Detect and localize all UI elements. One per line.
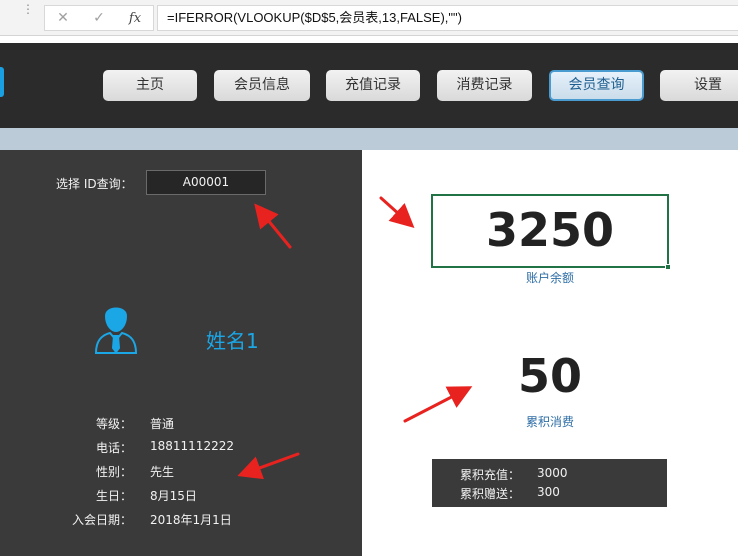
consumption-label: 累积消费 <box>525 415 574 429</box>
close-icon[interactable]: ✕ <box>51 10 75 26</box>
member-detail-panel: 选择 ID查询： A00001 姓名1 等级： 普通 电话： 188111122… <box>0 150 362 556</box>
arrow-to-balance <box>379 196 415 229</box>
member-name: 姓名1 <box>206 329 259 353</box>
user-avatar-icon <box>94 307 138 354</box>
formula-bar-grip-icon[interactable]: ⋮ <box>22 3 34 15</box>
insert-function-button[interactable]: fx <box>123 11 147 26</box>
id-query-label: 选择 ID查询： <box>56 177 133 191</box>
summary-box: 累积充值： 3000 累积赠送： 300 <box>432 459 667 507</box>
info-value: 18811112222 <box>150 439 234 453</box>
check-icon[interactable]: ✓ <box>87 10 111 26</box>
balance-label: 账户余额 <box>525 271 574 285</box>
nav-home-button[interactable]: 主页 <box>103 70 197 101</box>
summary-value: 3000 <box>537 466 568 480</box>
summary-key: 累积赠送： <box>460 487 521 501</box>
summary-row-recharge: 累积充值： 3000 <box>432 466 667 484</box>
nav-accent-marker <box>0 67 4 97</box>
nav-consumption-records-button[interactable]: 消费记录 <box>437 70 532 101</box>
info-row-join-date: 入会日期： 2018年1月1日 <box>0 511 362 531</box>
info-row-gender: 性别： 先生 <box>0 463 362 483</box>
info-row-birthday: 生日： 8月15日 <box>0 487 362 507</box>
nav-member-info-button[interactable]: 会员信息 <box>214 70 310 101</box>
nav-settings-button[interactable]: 设置 <box>660 70 738 101</box>
info-key: 入会日期： <box>71 513 132 527</box>
consumption-value[interactable]: 50 <box>431 349 669 403</box>
summary-key: 累积充值： <box>460 468 521 482</box>
info-key: 性别： <box>95 465 132 479</box>
header-stripe <box>0 128 738 150</box>
info-row-phone: 电话： 18811112222 <box>0 439 362 459</box>
formula-buttons: ✕ ✓ fx <box>44 5 154 31</box>
formula-input[interactable]: =IFERROR(VLOOKUP($D$5,会员表,13,FALSE),"") <box>157 5 738 31</box>
member-id-select[interactable]: A00001 <box>146 170 266 195</box>
info-key: 电话： <box>95 441 132 455</box>
balance-value: 3250 <box>485 203 615 257</box>
summary-value: 300 <box>537 485 560 499</box>
balance-cell[interactable]: 3250 <box>431 194 671 270</box>
info-key: 等级： <box>95 417 132 431</box>
info-key: 生日： <box>95 489 132 503</box>
info-row-level: 等级： 普通 <box>0 415 362 435</box>
nav-member-query-button[interactable]: 会员查询 <box>549 70 644 101</box>
nav-bar: 主页 会员信息 充值记录 消费记录 会员查询 设置 <box>0 43 738 128</box>
info-value: 8月15日 <box>150 489 197 503</box>
summary-row-bonus: 累积赠送： 300 <box>432 485 667 503</box>
formula-bar: ⋮ ✕ ✓ fx =IFERROR(VLOOKUP($D$5,会员表,13,FA… <box>0 0 738 36</box>
nav-recharge-records-button[interactable]: 充值记录 <box>326 70 420 101</box>
info-value: 先生 <box>150 465 175 479</box>
info-value: 普通 <box>150 417 175 431</box>
info-value: 2018年1月1日 <box>150 513 232 527</box>
